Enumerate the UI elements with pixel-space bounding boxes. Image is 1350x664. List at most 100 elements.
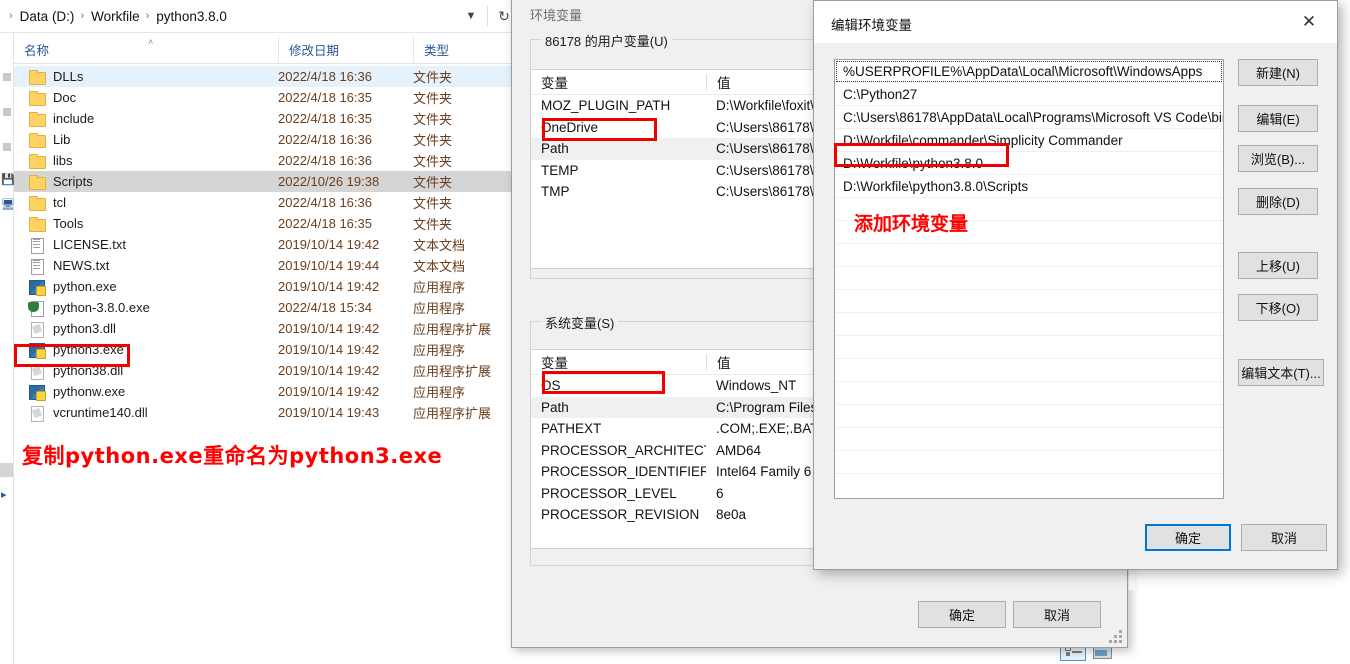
breadcrumb-separator-2: › xyxy=(145,10,150,22)
file-type-cell: 应用程序 xyxy=(413,385,466,400)
breadcrumb-item-0[interactable]: Data (D:) xyxy=(17,9,78,24)
file-date-cell: 2019/10/14 19:42 xyxy=(278,363,380,378)
path-entries-list[interactable]: %USERPROFILE%\AppData\Local\Microsoft\Wi… xyxy=(834,59,1224,499)
dialog-cancel-button[interactable]: 取消 xyxy=(1241,524,1327,551)
new-button[interactable]: 新建(N) xyxy=(1238,59,1318,86)
browse-button[interactable]: 浏览(B)... xyxy=(1238,145,1318,172)
file-type-cell: 文件夹 xyxy=(413,70,453,85)
breadcrumb-item-2[interactable]: python3.8.0 xyxy=(153,9,230,24)
close-icon[interactable]: ✕ xyxy=(1287,9,1331,35)
file-name-text: tcl xyxy=(53,195,66,210)
file-type-cell: 文件夹 xyxy=(413,112,453,127)
folder-icon xyxy=(28,132,46,148)
list-item[interactable] xyxy=(835,428,1223,451)
list-item[interactable] xyxy=(835,359,1223,382)
file-type-cell: 应用程序扩展 xyxy=(413,322,492,337)
column-header-variable: 变量 xyxy=(541,76,568,91)
env-cancel-button[interactable]: 取消 xyxy=(1013,601,1101,628)
table-row[interactable]: Doc 2022/4/18 16:35 文件夹 xyxy=(14,87,520,108)
table-row[interactable]: Tools 2022/4/18 16:35 文件夹 xyxy=(14,213,520,234)
column-header-type[interactable]: 类型 xyxy=(413,35,520,64)
file-name-cell[interactable]: libs xyxy=(14,153,278,169)
chevron-down-icon[interactable]: ▼ xyxy=(455,3,487,29)
list-item[interactable]: D:\Workfile\python3.8.0\Scripts xyxy=(835,175,1223,198)
resize-grip-icon[interactable] xyxy=(1110,631,1122,643)
file-type-cell: 文件夹 xyxy=(413,133,453,148)
dialog-ok-button[interactable]: 确定 xyxy=(1145,524,1231,551)
file-type-cell: 文件夹 xyxy=(413,154,453,169)
table-row[interactable]: LICENSE.txt 2019/10/14 19:42 文本文档 xyxy=(14,234,520,255)
list-item[interactable] xyxy=(835,313,1223,336)
file-date-cell: 2019/10/14 19:44 xyxy=(278,258,380,273)
file-type-cell: 文本文档 xyxy=(413,259,466,274)
variable-name-cell: PROCESSOR_REVISION xyxy=(541,507,700,523)
file-name-cell[interactable]: Scripts xyxy=(14,174,278,190)
variable-name-cell: PROCESSOR_LEVEL xyxy=(541,485,677,501)
env-ok-button[interactable]: 确定 xyxy=(918,601,1006,628)
column-header-name[interactable]: 名称 xyxy=(14,36,278,64)
table-row[interactable]: include 2022/4/18 16:35 文件夹 xyxy=(14,108,520,129)
table-row[interactable]: python.exe 2019/10/14 19:42 应用程序 xyxy=(14,276,520,297)
list-item[interactable] xyxy=(835,382,1223,405)
list-item[interactable]: C:\Python27 xyxy=(835,83,1223,106)
file-name-cell[interactable]: tcl xyxy=(14,195,278,211)
file-date-cell: 2022/4/18 16:36 xyxy=(278,195,372,210)
file-name-cell[interactable]: python-3.8.0.exe xyxy=(14,300,278,317)
breadcrumb[interactable]: › Data (D:) › Workfile › python3.8.0 xyxy=(2,4,455,28)
file-date-cell: 2019/10/14 19:42 xyxy=(278,321,380,336)
file-name-cell[interactable]: vcruntime140.dll xyxy=(14,405,278,422)
file-name-text: Doc xyxy=(53,90,77,105)
move-up-button[interactable]: 上移(U) xyxy=(1238,252,1318,279)
nav-selected-item[interactable] xyxy=(0,463,13,477)
delete-button[interactable]: 删除(D) xyxy=(1238,188,1318,215)
file-name-cell[interactable]: Tools xyxy=(14,216,278,232)
list-item[interactable]: C:\Users\86178\AppData\Local\Programs\Mi… xyxy=(835,106,1223,129)
file-name-cell[interactable]: python.exe xyxy=(14,279,278,296)
table-row[interactable]: DLLs 2022/4/18 16:36 文件夹 xyxy=(14,66,520,87)
dll-icon xyxy=(28,321,46,338)
highlight-box-system-path xyxy=(542,371,665,394)
file-name-cell[interactable]: Doc xyxy=(14,90,278,106)
move-down-button[interactable]: 下移(O) xyxy=(1238,294,1318,321)
navigation-pane-sliver[interactable]: 💾 🖥 ▸ xyxy=(0,33,15,664)
list-item[interactable] xyxy=(835,451,1223,474)
file-name-cell[interactable]: DLLs xyxy=(14,69,278,85)
table-row[interactable]: tcl 2022/4/18 16:36 文件夹 xyxy=(14,192,520,213)
table-row[interactable]: Scripts 2022/10/26 19:38 文件夹 xyxy=(14,171,520,192)
table-row[interactable]: Lib 2022/4/18 16:36 文件夹 xyxy=(14,129,520,150)
user-variables-label: 86178 的用户变量(U) xyxy=(541,31,672,50)
list-item[interactable] xyxy=(835,336,1223,359)
file-name-text: libs xyxy=(53,153,73,168)
list-item[interactable] xyxy=(835,405,1223,428)
breadcrumb-item-1[interactable]: Workfile xyxy=(88,9,143,24)
table-row[interactable]: python3.dll 2019/10/14 19:42 应用程序扩展 xyxy=(14,318,520,339)
file-name-cell[interactable]: python3.dll xyxy=(14,321,278,338)
list-item[interactable] xyxy=(835,290,1223,313)
drive-icon: 💾 xyxy=(1,174,15,186)
table-row[interactable]: NEWS.txt 2019/10/14 19:44 文本文档 xyxy=(14,255,520,276)
list-item[interactable] xyxy=(835,267,1223,290)
variable-name-cell: PATHEXT xyxy=(541,421,602,437)
table-row[interactable]: vcruntime140.dll 2019/10/14 19:43 应用程序扩展 xyxy=(14,402,520,423)
file-date-cell: 2022/4/18 16:36 xyxy=(278,69,372,84)
file-date-cell: 2022/4/18 16:36 xyxy=(278,153,372,168)
dialog-title: 编辑环境变量 xyxy=(831,18,912,33)
file-list[interactable]: DLLs 2022/4/18 16:36 文件夹 Doc 2022/4/18 16:35… xyxy=(14,66,520,456)
edit-text-button[interactable]: 编辑文本(T)... xyxy=(1238,359,1324,386)
address-bar[interactable]: › Data (D:) › Workfile › python3.8.0 ▼ ↻ xyxy=(0,0,520,33)
highlight-box-python3-exe xyxy=(14,344,130,367)
list-item[interactable]: %USERPROFILE%\AppData\Local\Microsoft\Wi… xyxy=(835,60,1223,83)
file-name-cell[interactable]: NEWS.txt xyxy=(14,258,278,275)
table-row[interactable]: pythonw.exe 2019/10/14 19:42 应用程序 xyxy=(14,381,520,402)
file-name-cell[interactable]: LICENSE.txt xyxy=(14,237,278,254)
table-row[interactable]: python-3.8.0.exe 2022/4/18 15:34 应用程序 xyxy=(14,297,520,318)
file-name-cell[interactable]: pythonw.exe xyxy=(14,384,278,401)
file-name-cell[interactable]: Lib xyxy=(14,132,278,148)
file-date-cell: 2019/10/14 19:42 xyxy=(278,384,380,399)
table-row[interactable]: libs 2022/4/18 16:36 文件夹 xyxy=(14,150,520,171)
column-header-date[interactable]: 修改日期 xyxy=(278,35,413,64)
folder-icon xyxy=(28,153,46,169)
list-item[interactable] xyxy=(835,244,1223,267)
file-name-cell[interactable]: include xyxy=(14,111,278,127)
edit-button[interactable]: 编辑(E) xyxy=(1238,105,1318,132)
